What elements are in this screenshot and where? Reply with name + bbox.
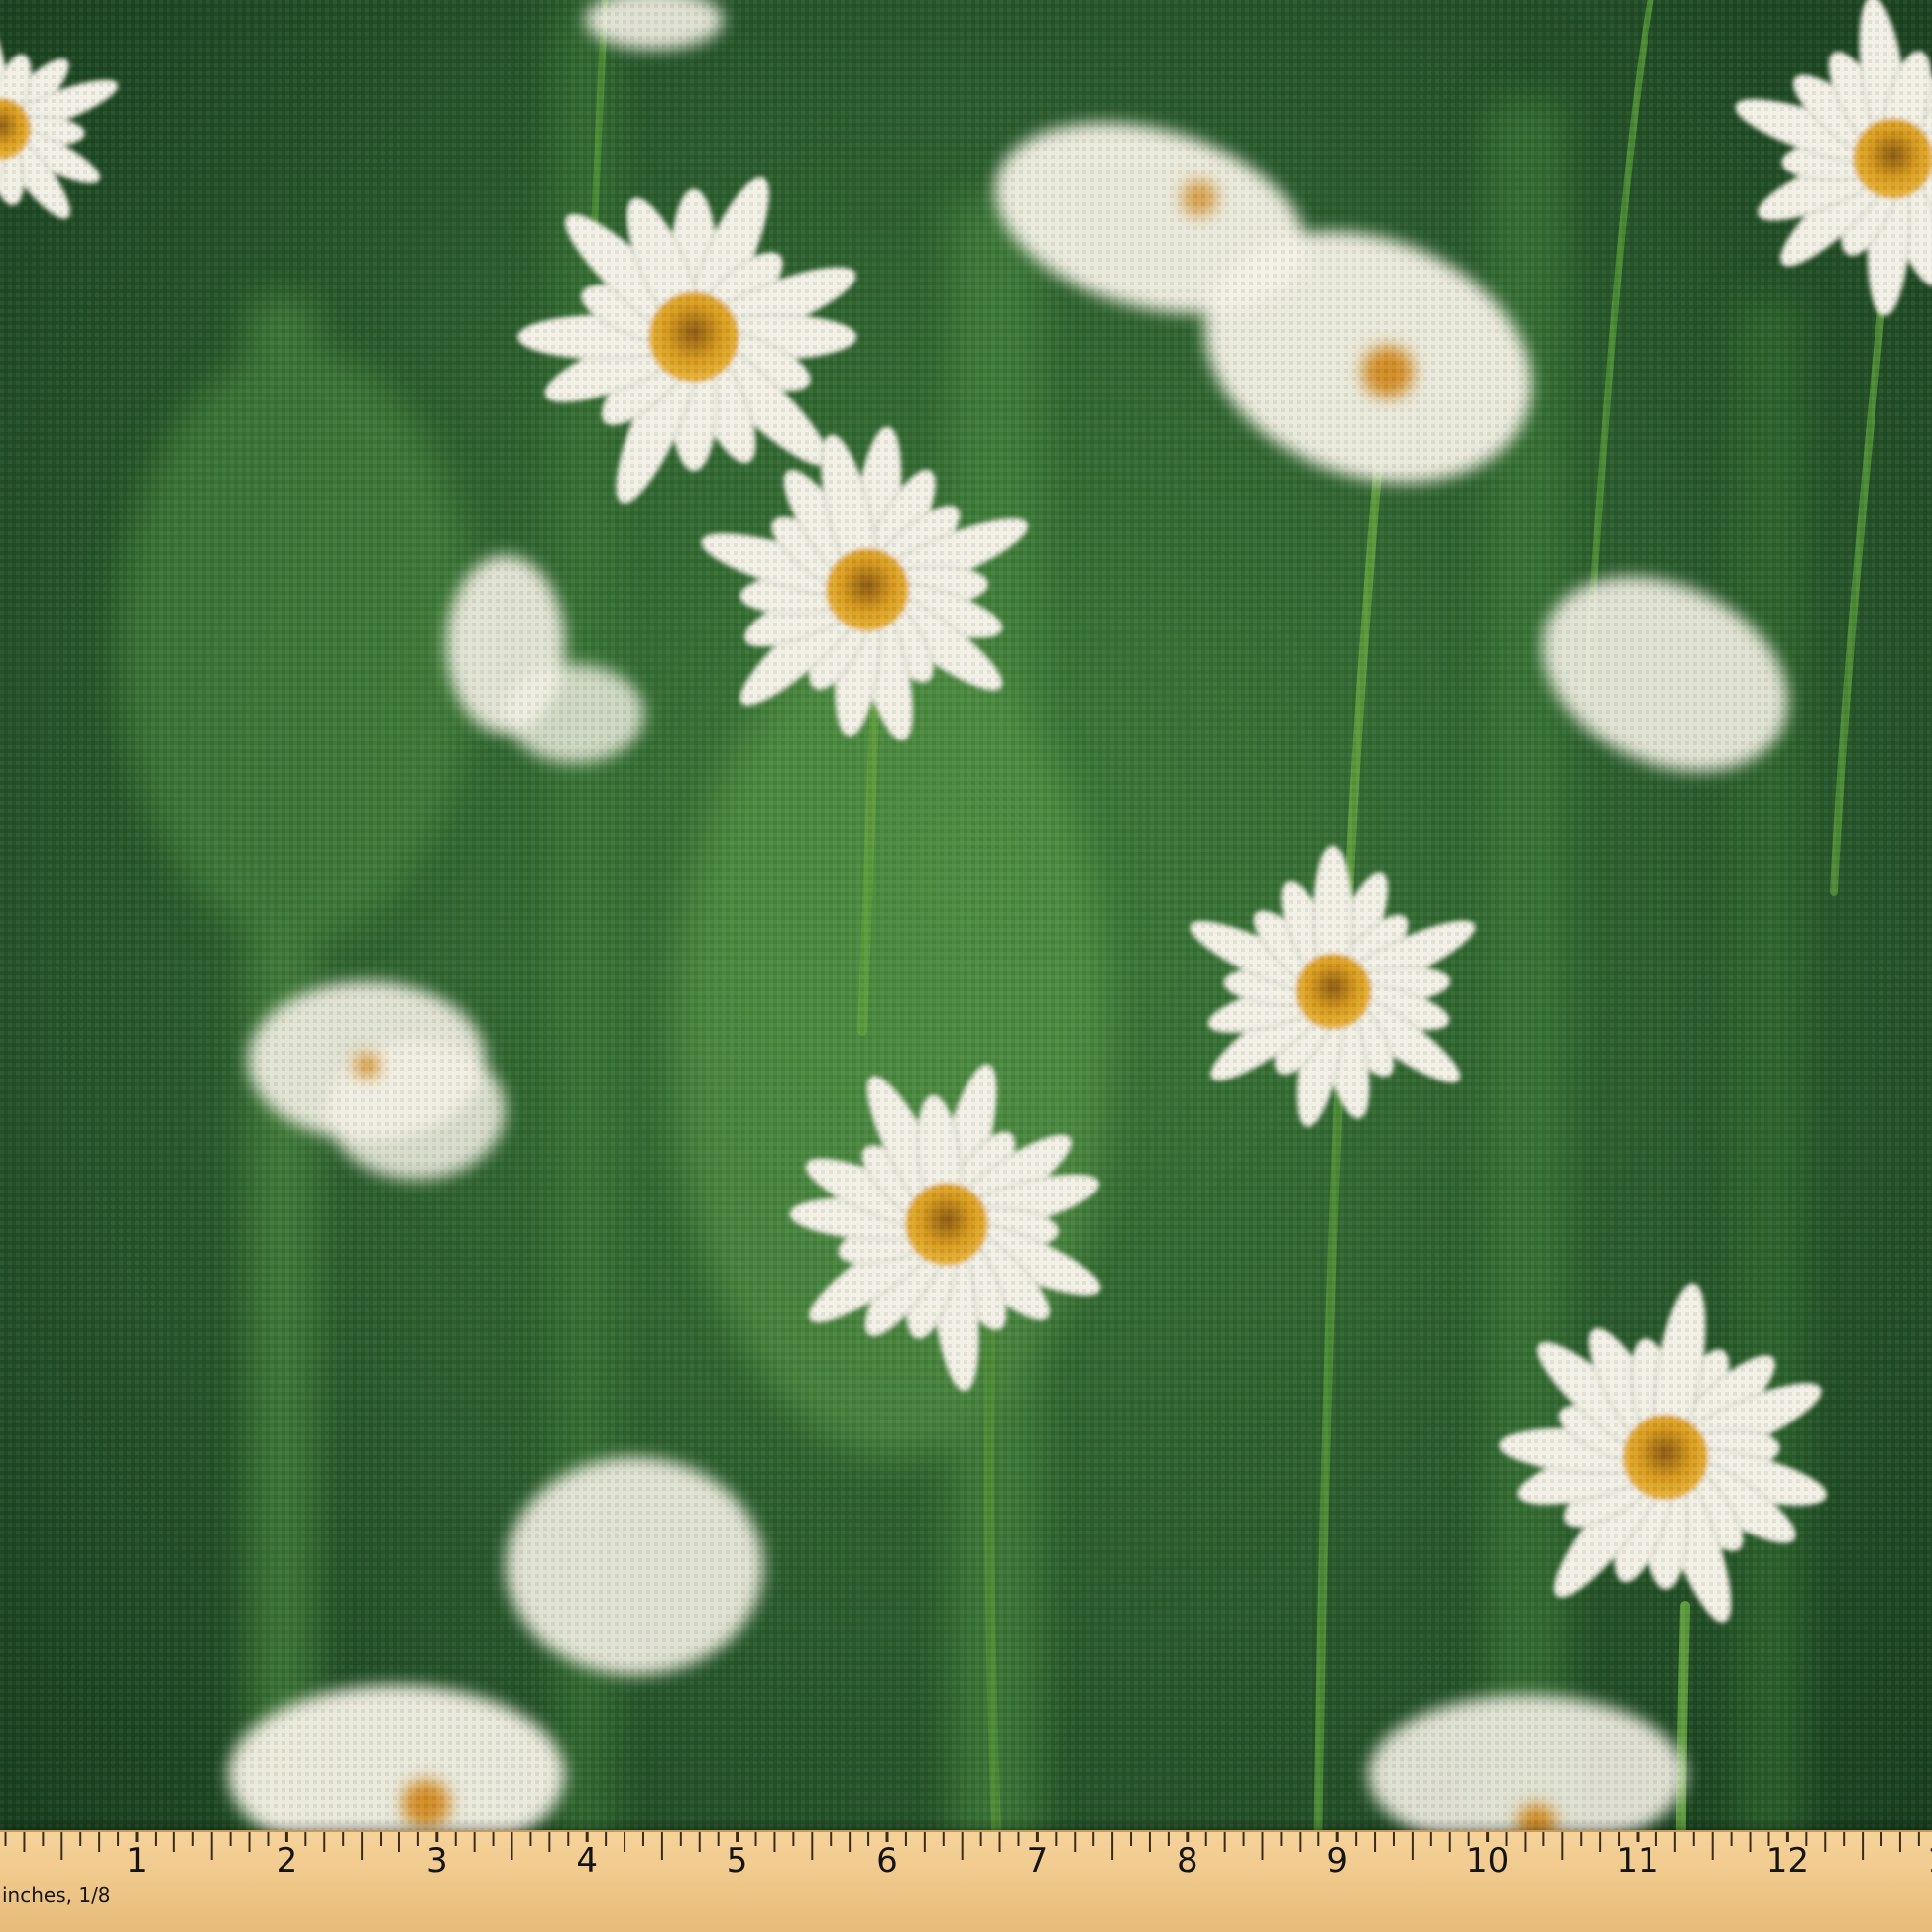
ruler-unit-label: inches, 1/8 <box>2 1883 111 1907</box>
ruler-number: 1 <box>126 1841 148 1880</box>
ruler-number: 8 <box>1176 1841 1198 1880</box>
ruler-number: 7 <box>1026 1841 1049 1880</box>
fabric-scene: inches, 1/8 1234567891011121 <box>0 0 1932 1932</box>
ruler-number: 2 <box>276 1841 298 1880</box>
measuring-ruler: inches, 1/8 1234567891011121 <box>0 1830 1932 1932</box>
ruler-number: 3 <box>425 1841 448 1880</box>
ruler-number: 11 <box>1616 1841 1659 1880</box>
ruler-number: 10 <box>1465 1841 1510 1880</box>
daisy-fabric-photo <box>0 0 1932 1932</box>
ruler-number: 1 <box>1908 1844 1932 1877</box>
ruler-number: 4 <box>576 1841 598 1880</box>
ruler-number: 6 <box>876 1841 898 1880</box>
ruler-number: 5 <box>726 1841 748 1880</box>
ruler-number: 12 <box>1765 1841 1810 1880</box>
ruler-number: 9 <box>1326 1841 1348 1880</box>
